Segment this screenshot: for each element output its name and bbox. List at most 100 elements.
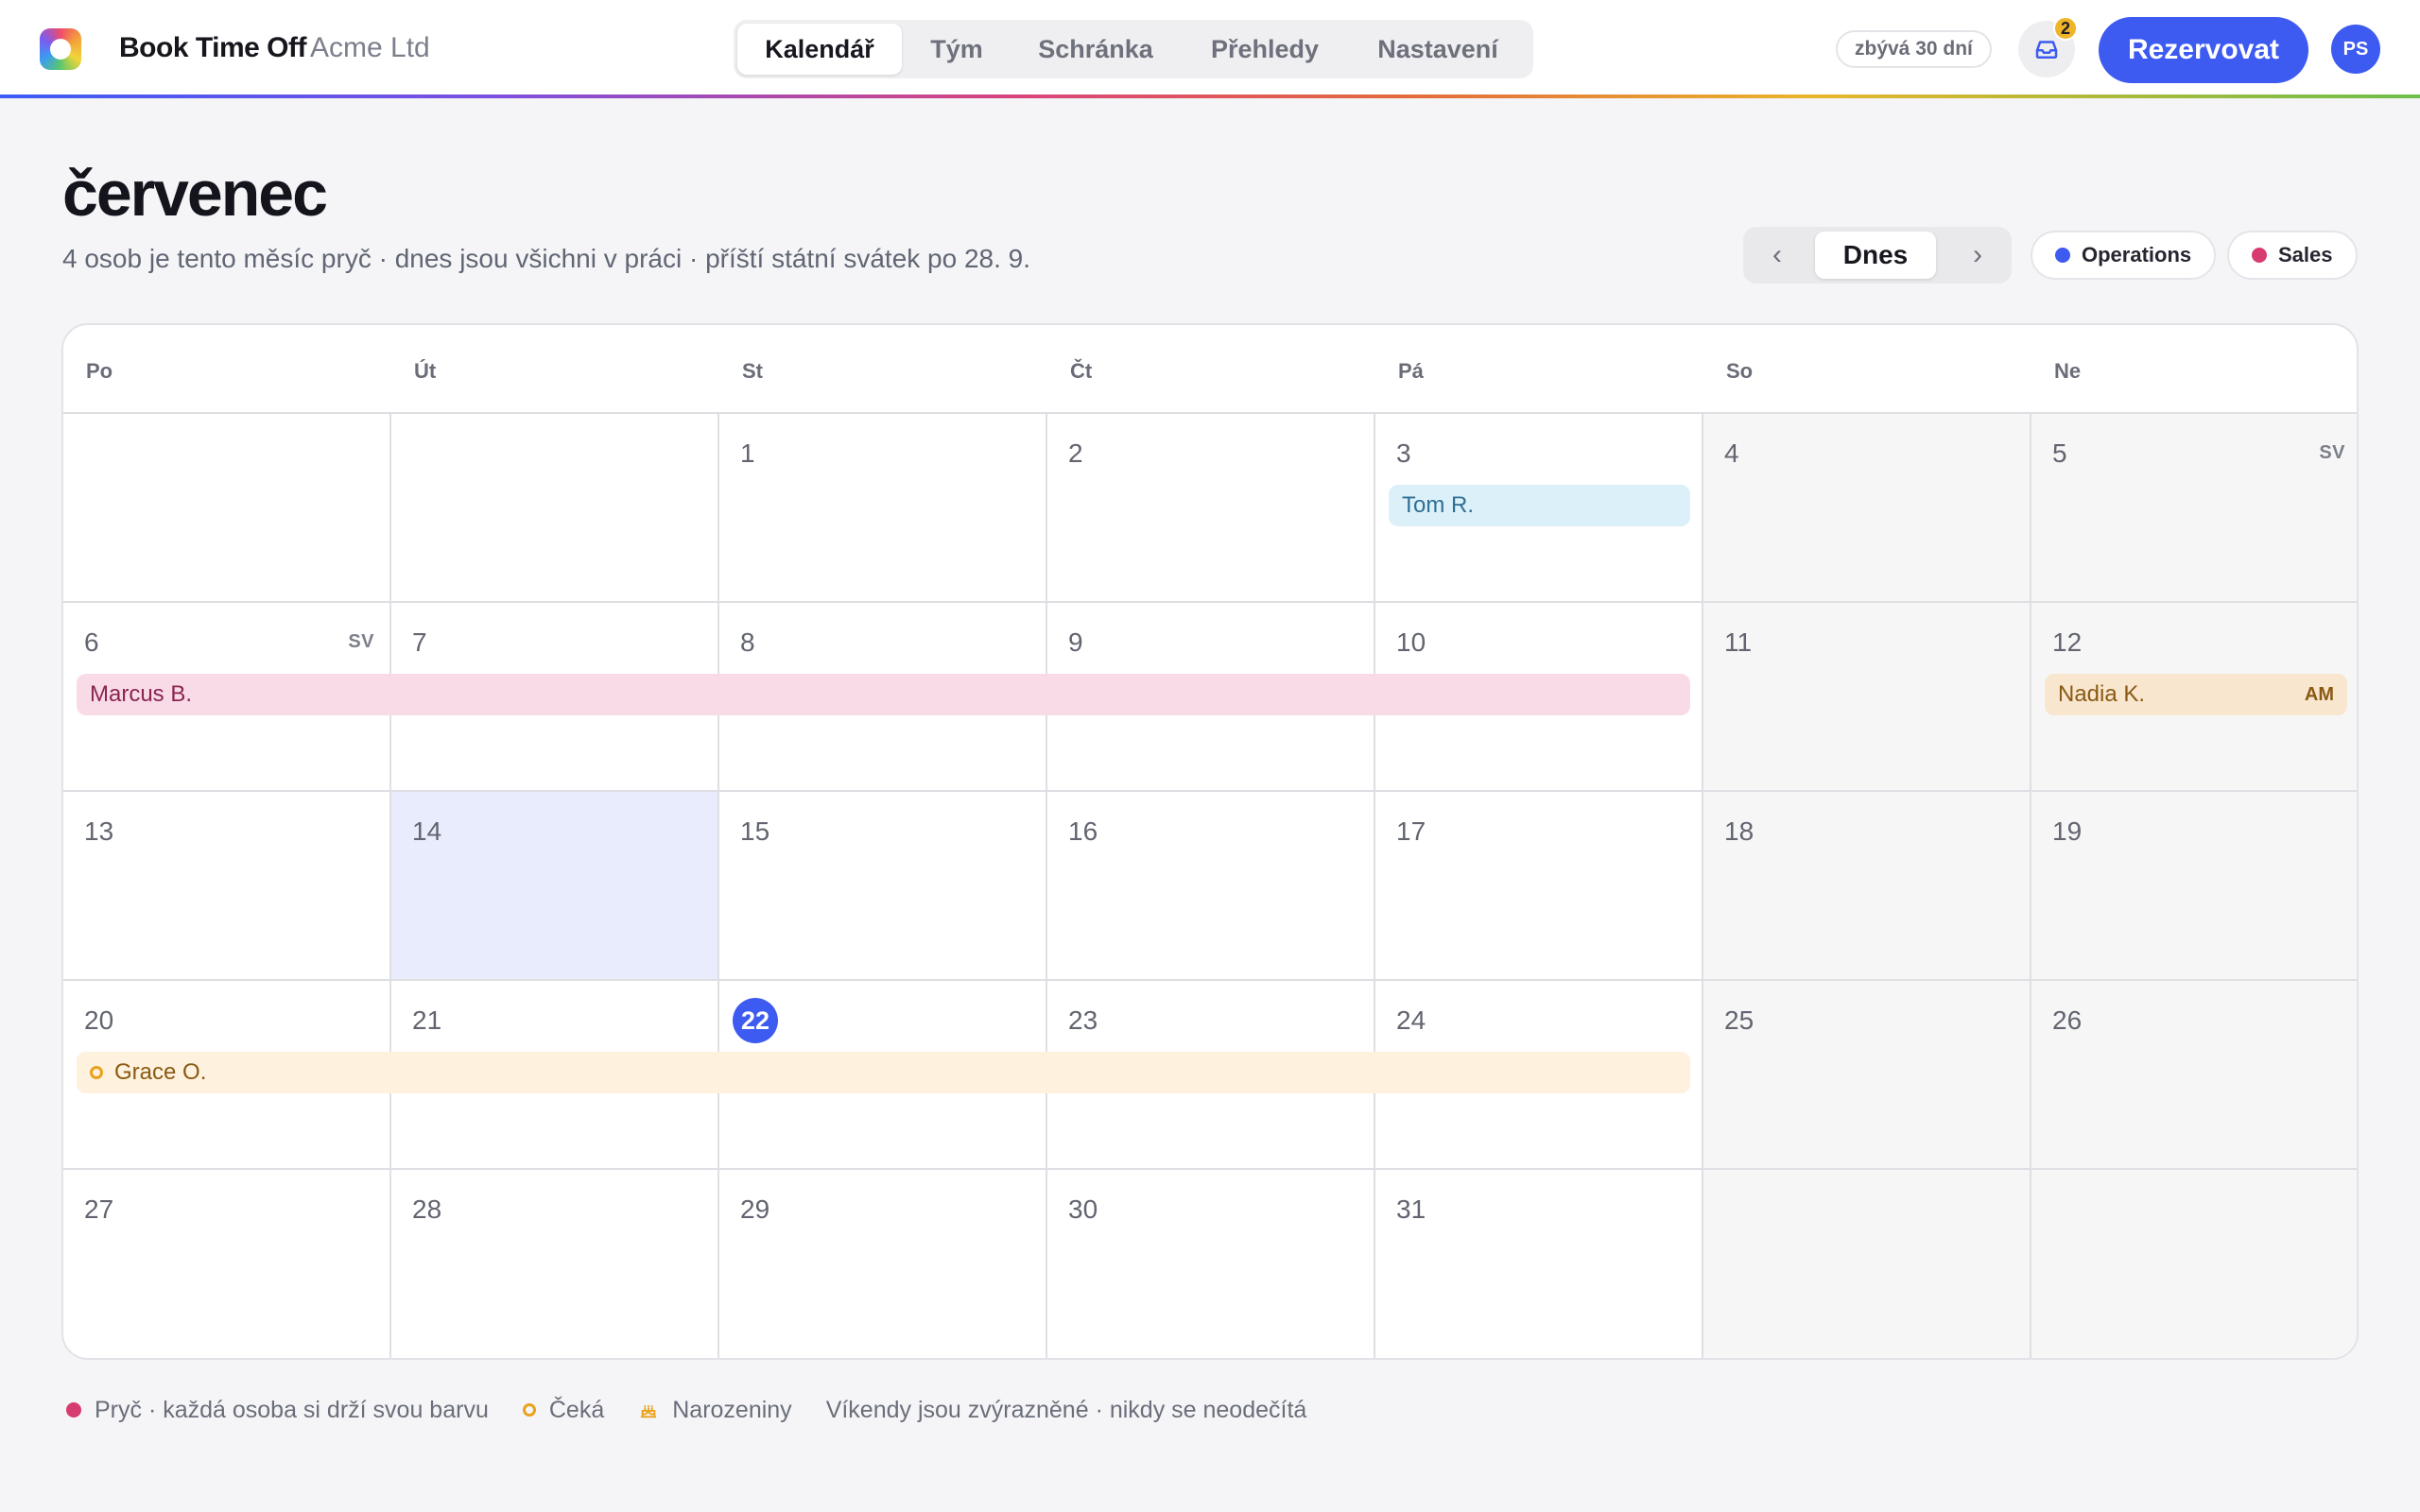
event-name: Nadia K.	[2058, 681, 2146, 707]
legend-pending: Čeká	[522, 1397, 604, 1424]
day-number: 9	[1068, 627, 1083, 657]
calendar-cell[interactable]: 19	[2031, 792, 2357, 981]
app-brand: Book Time Off	[119, 32, 306, 63]
org-name: Acme Ltd	[310, 32, 430, 63]
day-number: 14	[412, 816, 442, 846]
calendar-cell[interactable]: 27	[63, 1170, 391, 1358]
calendar-cell-empty	[1703, 1170, 2031, 1358]
main-nav: Kalendář Tým Schránka Přehledy Nastavení	[734, 20, 1533, 78]
day-number: 19	[2052, 816, 2083, 846]
book-button[interactable]: Rezervovat	[2099, 17, 2308, 83]
day-number: 5	[2052, 438, 2067, 468]
weekday-label: Pá	[1398, 359, 1424, 383]
away-dot-icon	[66, 1402, 81, 1418]
filter-operations-label: Operations	[2082, 243, 2192, 266]
day-number: 31	[1396, 1194, 1426, 1224]
calendar-cell[interactable]: 13	[63, 792, 391, 981]
day-number: 4	[1724, 438, 1739, 468]
event-nadia-k[interactable]: Nadia K. AM	[2045, 674, 2347, 715]
day-number: 7	[412, 627, 427, 657]
day-number: 15	[740, 816, 770, 846]
legend-away: Pryč · každá osoba si drží svou barvu	[66, 1397, 489, 1424]
weekday-label: So	[1726, 359, 1754, 383]
weekday-label: Čt	[1070, 359, 1093, 383]
calendar-cell-empty	[391, 414, 719, 603]
month-calendar: Po Út St Čt Pá So Ne 1 2 3 4 5 SV 6 SV 7 8 9 10 11 12 13 14 15…	[61, 323, 2359, 1360]
chevron-left-icon: ‹	[1772, 239, 1782, 270]
day-number: 25	[1724, 1005, 1754, 1035]
day-number: 18	[1724, 816, 1754, 846]
calendar-cell[interactable]: 31	[1375, 1170, 1703, 1358]
month-summary: 4 osob je tento měsíc pryč · dnes jsou v…	[62, 244, 1031, 273]
day-number: 26	[2052, 1005, 2083, 1035]
day-number: 21	[412, 1005, 442, 1035]
cake-icon	[640, 1404, 657, 1418]
calendar-cell[interactable]: 28	[391, 1170, 719, 1358]
calendar-cell[interactable]: 11	[1703, 603, 2031, 792]
day-number: 30	[1068, 1194, 1098, 1224]
tab-tym[interactable]: Tým	[902, 24, 1011, 75]
calendar-cell[interactable]: 5 SV	[2031, 414, 2357, 603]
filter-sales[interactable]: Sales	[2227, 231, 2358, 280]
inbox-count-badge: 2	[2053, 16, 2078, 41]
next-month-button[interactable]: ›	[1944, 227, 2012, 284]
calendar-cell[interactable]: 18	[1703, 792, 2031, 981]
calendar-cell-empty	[63, 414, 391, 603]
tab-schranka[interactable]: Schránka	[1011, 24, 1180, 75]
user-avatar[interactable]: PS	[2331, 25, 2380, 74]
app-logo[interactable]	[40, 28, 81, 70]
event-grace-o[interactable]: Grace O.	[77, 1052, 1690, 1093]
inbox-icon	[2035, 41, 2058, 59]
page-title: červenec	[62, 158, 328, 230]
month-navigation: ‹ Dnes ›	[1743, 227, 2012, 284]
day-number: 20	[84, 1005, 114, 1035]
today-day-number: 22	[733, 998, 778, 1043]
calendar-cell[interactable]: 17	[1375, 792, 1703, 981]
tab-prehledy[interactable]: Přehledy	[1180, 24, 1350, 75]
day-number: 16	[1068, 816, 1098, 846]
event-name: Grace O.	[114, 1059, 207, 1085]
calendar-cell[interactable]: 25	[1703, 981, 2031, 1170]
calendar-cell[interactable]: 26	[2031, 981, 2357, 1170]
top-bar: Book Time Off Acme Ltd Kalendář Tým Schr…	[0, 0, 2420, 98]
calendar-cell[interactable]: 1	[719, 414, 1047, 603]
legend-birthday-label: Narozeniny	[672, 1396, 792, 1423]
holiday-tag: SV	[2319, 442, 2345, 463]
day-number: 3	[1396, 438, 1411, 468]
legend-weekend-label: Víkendy jsou zvýrazněné · nikdy se neode…	[825, 1396, 1307, 1423]
event-marcus-b[interactable]: Marcus B.	[77, 674, 1690, 715]
today-button[interactable]: Dnes	[1815, 232, 1936, 279]
day-number: 29	[740, 1194, 770, 1224]
calendar-cell[interactable]: 2	[1047, 414, 1375, 603]
weekday-label: Ne	[2054, 359, 2082, 383]
calendar-cell[interactable]: 4	[1703, 414, 2031, 603]
day-number: 23	[1068, 1005, 1098, 1035]
day-number: 10	[1396, 627, 1426, 657]
tab-nastaveni[interactable]: Nastavení	[1350, 24, 1526, 75]
day-number: 8	[740, 627, 755, 657]
calendar-cell[interactable]: 15	[719, 792, 1047, 981]
pending-ring-icon	[90, 1066, 103, 1079]
calendar-cell[interactable]: 30	[1047, 1170, 1375, 1358]
weekday-label: Út	[414, 359, 437, 383]
day-number: 27	[84, 1194, 114, 1224]
weekday-label: St	[742, 359, 763, 383]
tab-kalendar[interactable]: Kalendář	[737, 24, 902, 75]
operations-dot-icon	[2055, 248, 2070, 263]
legend-weekend-note: Víkendy jsou zvýrazněné · nikdy se neode…	[826, 1397, 1307, 1424]
calendar-cell[interactable]: 29	[719, 1170, 1047, 1358]
filter-sales-label: Sales	[2278, 243, 2333, 266]
calendar-cell[interactable]: 14	[391, 792, 719, 981]
event-tom-r[interactable]: Tom R.	[1389, 485, 1690, 526]
holiday-tag: SV	[348, 631, 374, 652]
event-half-day-tag: AM	[2304, 683, 2334, 705]
event-name: Tom R.	[1402, 492, 1475, 518]
weekday-label: Po	[86, 359, 113, 383]
filter-operations[interactable]: Operations	[2031, 231, 2217, 280]
remaining-days-badge: zbývá 30 dní	[1836, 30, 1992, 68]
event-name: Marcus B.	[90, 681, 193, 707]
calendar-cell[interactable]: 16	[1047, 792, 1375, 981]
day-number: 28	[412, 1194, 442, 1224]
previous-month-button[interactable]: ‹	[1743, 227, 1811, 284]
weekday-header: Po Út St Čt Pá So Ne	[63, 325, 2357, 414]
